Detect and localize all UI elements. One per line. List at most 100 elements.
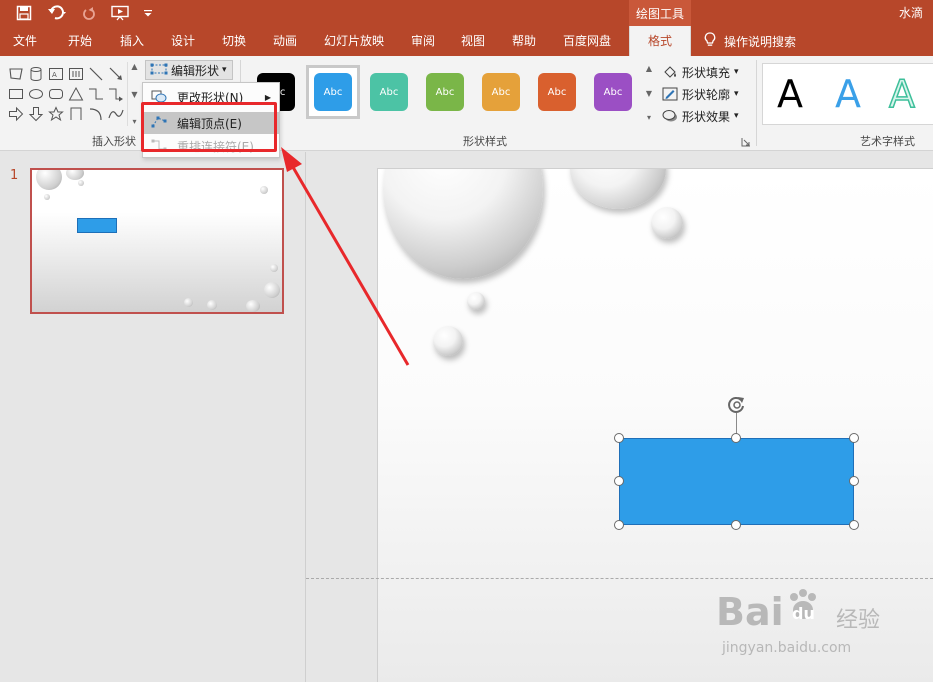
curve-shape-icon[interactable]	[68, 106, 84, 122]
rectangle-shape-icon[interactable]	[8, 86, 24, 102]
shape-styles-scroll[interactable]: ▲ ▼ ▾	[642, 64, 656, 122]
line-shape-icon[interactable]	[88, 66, 104, 82]
tab-insert[interactable]: 插入	[120, 26, 144, 56]
shape-styles-group-label: 形状样式	[463, 135, 507, 148]
resize-handle-top[interactable]	[731, 433, 741, 443]
shape-effects-button[interactable]: 形状效果 ▾	[662, 106, 739, 126]
undo-icon[interactable]	[44, 2, 72, 24]
resize-handle-bottom[interactable]	[731, 520, 741, 530]
star-shape-icon[interactable]	[48, 106, 64, 122]
shape-styles-dialog-launcher[interactable]	[741, 136, 751, 147]
elbow-arrow-shape-icon[interactable]	[108, 86, 124, 102]
tab-review[interactable]: 审阅	[411, 26, 435, 56]
arc-shape-icon[interactable]	[88, 106, 104, 122]
edit-points-icon	[150, 62, 168, 79]
shape-effects-icon	[662, 109, 678, 123]
wordart-style-outline-teal[interactable]: A	[888, 73, 916, 115]
shape-style-gold[interactable]: Abc	[482, 73, 520, 111]
down-arrow-shape-icon[interactable]	[28, 106, 44, 122]
scroll-down-icon[interactable]: ▼	[646, 89, 652, 98]
wordart-style-blue[interactable]: A	[835, 74, 861, 114]
shape-style-green[interactable]: Abc	[426, 73, 464, 111]
textbox-shape-icon[interactable]: A	[48, 66, 64, 82]
scroll-down-icon[interactable]: ▼	[131, 90, 137, 99]
tab-home[interactable]: 开始	[68, 26, 92, 56]
tab-animations[interactable]: 动画	[273, 26, 297, 56]
scroll-up-icon[interactable]: ▲	[131, 62, 137, 71]
rotate-icon[interactable]	[726, 395, 748, 415]
resize-handle-bottom-left[interactable]	[614, 520, 624, 530]
shape-style-blue[interactable]: Abc	[314, 73, 352, 111]
vertical-textbox-shape-icon[interactable]	[68, 66, 84, 82]
watermark-url: jingyan.baidu.com	[722, 640, 852, 656]
water-drop	[260, 186, 268, 194]
ribbon-format: A ▲ ▼ ▾ 编辑形状 ▾ 插入形状 Abc Abc Abc Abc Abc …	[0, 56, 933, 151]
shape-fill-button[interactable]: 形状填充 ▾	[662, 62, 739, 82]
watermark-bai: Bai	[716, 590, 784, 634]
more-shapes-icon[interactable]: ▾	[132, 117, 136, 126]
tab-format[interactable]: 格式	[629, 26, 691, 56]
tell-me-label: 操作说明搜索	[724, 34, 797, 49]
more-styles-icon[interactable]: ▾	[647, 113, 651, 122]
edit-shape-label: 编辑形状	[171, 63, 220, 78]
style-thumb-text: Abc	[491, 86, 511, 98]
water-drop	[651, 207, 683, 239]
redo-icon[interactable]	[78, 2, 100, 24]
water-drop	[78, 180, 84, 186]
shape-gallery[interactable]: A	[4, 62, 142, 126]
style-thumb-text: Abc	[379, 86, 399, 98]
water-drop	[264, 282, 280, 298]
shape-style-teal[interactable]: Abc	[370, 73, 408, 111]
freeform-shape-icon[interactable]	[8, 66, 24, 82]
thumbnail-rectangle	[77, 218, 117, 233]
resize-handle-left[interactable]	[614, 476, 624, 486]
tab-baidu-netdisk[interactable]: 百度网盘	[563, 26, 611, 56]
shape-outline-button[interactable]: 形状轮廓 ▾	[662, 84, 739, 104]
arrow-line-shape-icon[interactable]	[108, 66, 124, 82]
elbow-connector-shape-icon[interactable]	[88, 86, 104, 102]
pencil-outline-icon	[662, 87, 678, 101]
water-drop	[433, 326, 463, 356]
save-icon[interactable]	[12, 2, 36, 24]
tab-file[interactable]: 文件	[13, 26, 37, 56]
rounded-rectangle-shape-icon[interactable]	[48, 86, 64, 102]
watermark-du: du	[792, 604, 815, 623]
resize-handle-top-left[interactable]	[614, 433, 624, 443]
freeform-scribble-shape-icon[interactable]	[108, 106, 124, 122]
water-drop	[184, 298, 193, 307]
selected-rectangle-shape[interactable]	[619, 438, 854, 525]
shape-style-orange[interactable]: Abc	[538, 73, 576, 111]
document-title: 水滴	[898, 6, 923, 20]
wordart-style-black[interactable]: A	[777, 74, 803, 114]
shape-style-purple[interactable]: Abc	[594, 73, 632, 111]
customize-qat-icon[interactable]	[140, 2, 156, 24]
chevron-down-icon: ▾	[734, 89, 739, 99]
scroll-up-icon[interactable]: ▲	[646, 64, 652, 73]
tab-design[interactable]: 设计	[171, 26, 195, 56]
water-drop	[570, 169, 666, 209]
shape-gallery-scroll[interactable]: ▲ ▼ ▾	[127, 62, 141, 126]
water-drop	[44, 194, 50, 200]
start-slideshow-icon[interactable]	[108, 2, 132, 24]
tab-transitions[interactable]: 切换	[222, 26, 246, 56]
tell-me-search[interactable]: 操作说明搜索	[704, 26, 796, 56]
style-thumb-text: Abc	[435, 86, 455, 98]
cylinder-shape-icon[interactable]	[28, 66, 44, 82]
resize-handle-top-right[interactable]	[849, 433, 859, 443]
group-separator	[756, 60, 757, 146]
edit-shape-button[interactable]: 编辑形状 ▾	[145, 60, 233, 80]
tab-help[interactable]: 帮助	[512, 26, 536, 56]
submenu-arrow-icon: ▶	[264, 92, 271, 102]
right-arrow-shape-icon[interactable]	[8, 106, 24, 122]
wordart-gallery[interactable]: A A A	[762, 63, 933, 125]
shape-outline-label: 形状轮廓	[682, 87, 731, 102]
resize-handle-right[interactable]	[849, 476, 859, 486]
tab-view[interactable]: 视图	[461, 26, 485, 56]
resize-handle-bottom-right[interactable]	[849, 520, 859, 530]
triangle-shape-icon[interactable]	[68, 86, 84, 102]
shape-effects-label: 形状效果	[682, 109, 731, 124]
oval-shape-icon[interactable]	[28, 86, 44, 102]
tab-slideshow[interactable]: 幻灯片放映	[324, 26, 384, 56]
slide-thumbnail[interactable]	[30, 168, 284, 314]
water-drop	[383, 169, 543, 279]
